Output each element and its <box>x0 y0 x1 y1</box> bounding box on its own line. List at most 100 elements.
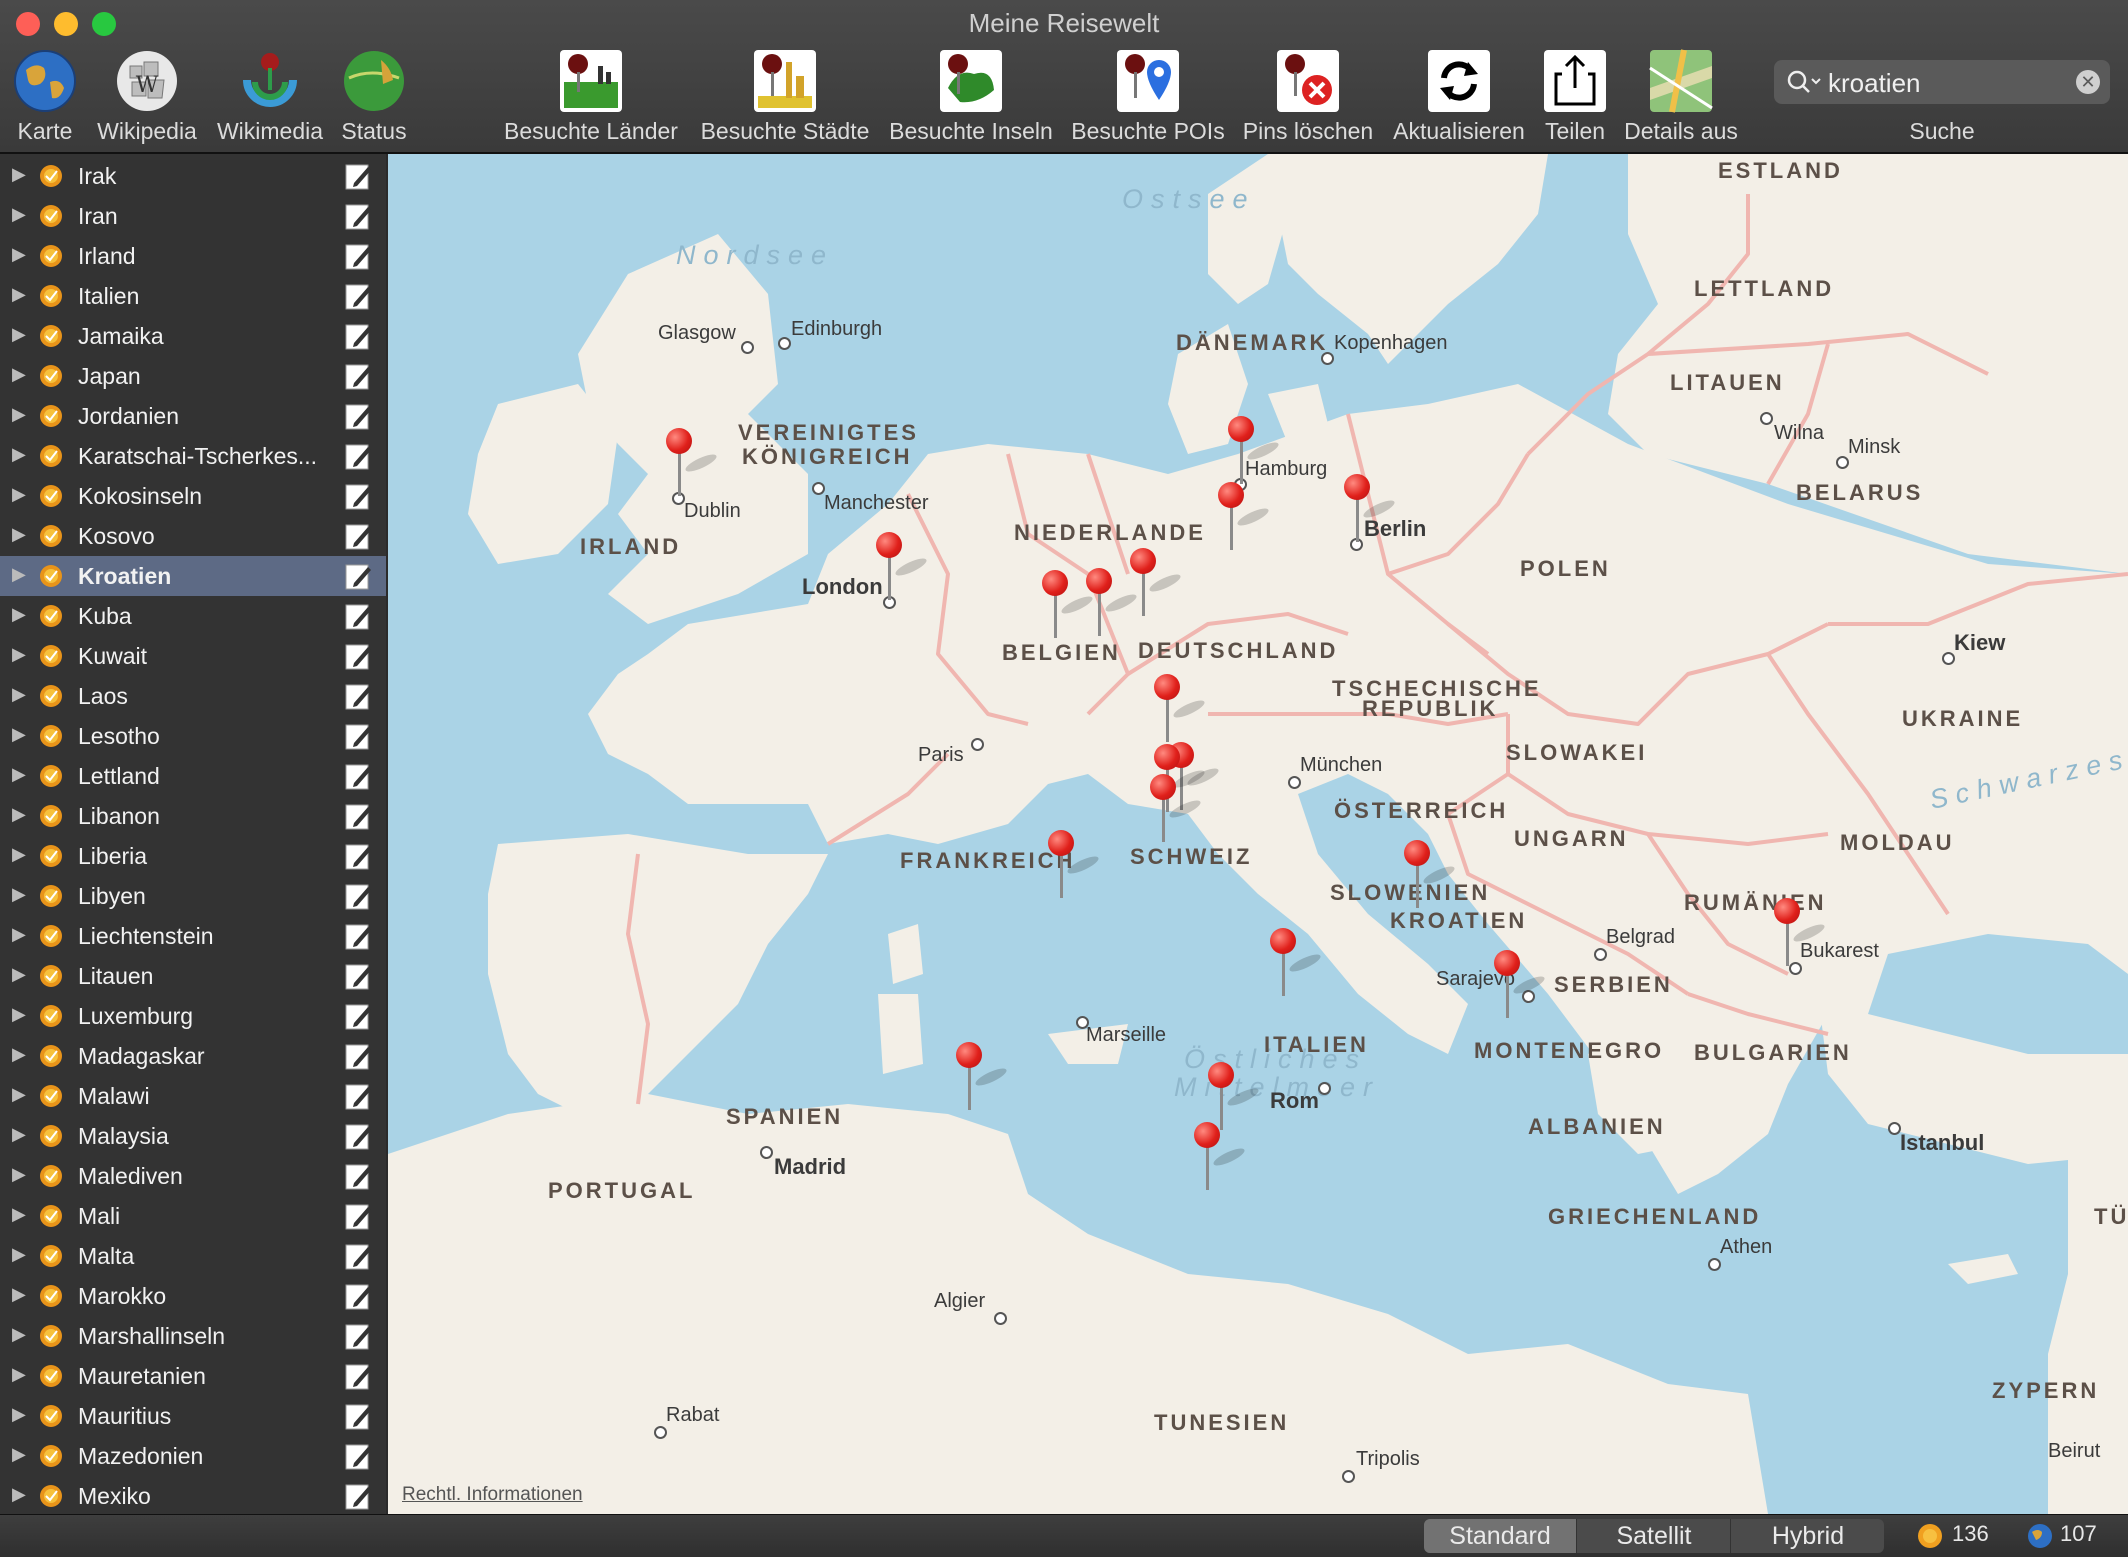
sidebar-item[interactable]: ▶ Malaysia <box>0 1116 386 1156</box>
sidebar-item[interactable]: ▶ Mauretanien <box>0 1356 386 1396</box>
sidebar-item[interactable]: ▶ Luxemburg <box>0 996 386 1036</box>
sidebar-item[interactable]: ▶ Kosovo <box>0 516 386 556</box>
edit-icon[interactable] <box>344 281 372 311</box>
map-view[interactable]: Nordsee Ostsee Schwarzes Östliches Mitte… <box>388 154 2128 1514</box>
visited-pin[interactable] <box>1216 482 1271 550</box>
sidebar-item[interactable]: ▶ Irak <box>0 156 386 196</box>
sidebar-item[interactable]: ▶ Iran <box>0 196 386 236</box>
disclosure-triangle-icon[interactable]: ▶ <box>12 524 26 545</box>
edit-icon[interactable] <box>344 481 372 511</box>
disclosure-triangle-icon[interactable]: ▶ <box>12 884 26 905</box>
sidebar-item[interactable]: ▶ Mali <box>0 1196 386 1236</box>
disclosure-triangle-icon[interactable]: ▶ <box>12 804 26 825</box>
clear-search-icon[interactable]: ✕ <box>2076 70 2100 94</box>
sidebar-item[interactable]: ▶ Malta <box>0 1236 386 1276</box>
disclosure-triangle-icon[interactable]: ▶ <box>12 284 26 305</box>
visited-pin[interactable] <box>954 1042 1009 1110</box>
disclosure-triangle-icon[interactable]: ▶ <box>12 1204 26 1225</box>
disclosure-triangle-icon[interactable]: ▶ <box>12 964 26 985</box>
disclosure-triangle-icon[interactable]: ▶ <box>12 644 26 665</box>
delete-pins-button[interactable]: Pins löschen <box>1238 48 1378 148</box>
disclosure-triangle-icon[interactable]: ▶ <box>12 1244 26 1265</box>
map-type-satellite[interactable]: Satellit <box>1576 1519 1731 1553</box>
edit-icon[interactable] <box>344 721 372 751</box>
sidebar-item[interactable]: ▶ Kroatien <box>0 556 386 596</box>
disclosure-triangle-icon[interactable]: ▶ <box>12 1404 26 1425</box>
legal-info-link[interactable]: Rechtl. Informationen <box>402 1484 583 1506</box>
sidebar-item[interactable]: ▶ Lettland <box>0 756 386 796</box>
disclosure-triangle-icon[interactable]: ▶ <box>12 244 26 265</box>
edit-icon[interactable] <box>344 1401 372 1431</box>
disclosure-triangle-icon[interactable]: ▶ <box>12 1004 26 1025</box>
disclosure-triangle-icon[interactable]: ▶ <box>12 1324 26 1345</box>
edit-icon[interactable] <box>344 441 372 471</box>
sidebar-item[interactable]: ▶ Mexiko <box>0 1476 386 1514</box>
country-list[interactable]: ▶ Irak ▶ Iran ▶ Irland ▶ Italien ▶ Jamaika ▶ Japan ▶… <box>0 154 386 1514</box>
sidebar-item[interactable]: ▶ Kuba <box>0 596 386 636</box>
sidebar-item[interactable]: ▶ Karatschai-Tscherkes... <box>0 436 386 476</box>
search-field[interactable]: ✕ <box>1774 60 2110 104</box>
edit-icon[interactable] <box>344 641 372 671</box>
edit-icon[interactable] <box>344 1441 372 1471</box>
wikimedia-button[interactable]: Wikimedia <box>210 48 330 148</box>
sidebar-item[interactable]: ▶ Jamaika <box>0 316 386 356</box>
edit-icon[interactable] <box>344 1121 372 1151</box>
disclosure-triangle-icon[interactable]: ▶ <box>12 204 26 225</box>
sidebar-item[interactable]: ▶ Libyen <box>0 876 386 916</box>
edit-icon[interactable] <box>344 961 372 991</box>
visited-pin[interactable] <box>1226 416 1281 484</box>
edit-icon[interactable] <box>344 841 372 871</box>
disclosure-triangle-icon[interactable]: ▶ <box>12 1284 26 1305</box>
wikipedia-button[interactable]: W Wikipedia <box>92 48 202 148</box>
visited-pin[interactable] <box>1268 928 1323 996</box>
disclosure-triangle-icon[interactable]: ▶ <box>12 764 26 785</box>
visited-pois-button[interactable]: Besuchte POIs <box>1068 48 1228 148</box>
edit-icon[interactable] <box>344 201 372 231</box>
map-type-selector[interactable]: Standard Satellit Hybrid <box>1424 1519 1884 1553</box>
visited-islands-button[interactable]: Besuchte Inseln <box>884 48 1058 148</box>
sidebar-item[interactable]: ▶ Kuwait <box>0 636 386 676</box>
edit-icon[interactable] <box>344 881 372 911</box>
disclosure-triangle-icon[interactable]: ▶ <box>12 1084 26 1105</box>
disclosure-triangle-icon[interactable]: ▶ <box>12 324 26 345</box>
visited-pin[interactable] <box>1152 674 1207 742</box>
sidebar-item[interactable]: ▶ Japan <box>0 356 386 396</box>
visited-countries-button[interactable]: Besuchte Länder <box>502 48 680 148</box>
edit-icon[interactable] <box>344 1081 372 1111</box>
visited-pin[interactable] <box>664 428 719 496</box>
disclosure-triangle-icon[interactable]: ▶ <box>12 684 26 705</box>
sidebar-item[interactable]: ▶ Litauen <box>0 956 386 996</box>
sidebar-item[interactable]: ▶ Irland <box>0 236 386 276</box>
edit-icon[interactable] <box>344 361 372 391</box>
edit-icon[interactable] <box>344 1241 372 1271</box>
share-button[interactable]: Teilen <box>1540 48 1610 148</box>
edit-icon[interactable] <box>344 1001 372 1031</box>
visited-pin[interactable] <box>1206 1062 1261 1130</box>
disclosure-triangle-icon[interactable]: ▶ <box>12 924 26 945</box>
edit-icon[interactable] <box>344 1161 372 1191</box>
visited-pin[interactable] <box>1148 774 1203 842</box>
disclosure-triangle-icon[interactable]: ▶ <box>12 1484 26 1505</box>
sidebar-item[interactable]: ▶ Madagaskar <box>0 1036 386 1076</box>
disclosure-triangle-icon[interactable]: ▶ <box>12 404 26 425</box>
details-off-button[interactable]: Details aus <box>1618 48 1744 148</box>
edit-icon[interactable] <box>344 601 372 631</box>
disclosure-triangle-icon[interactable]: ▶ <box>12 1164 26 1185</box>
edit-icon[interactable] <box>344 681 372 711</box>
visited-pin[interactable] <box>1772 898 1827 966</box>
sidebar-item[interactable]: ▶ Malediven <box>0 1156 386 1196</box>
sidebar-item[interactable]: ▶ Malawi <box>0 1076 386 1116</box>
sidebar-item[interactable]: ▶ Liechtenstein <box>0 916 386 956</box>
karte-button[interactable]: Karte <box>4 48 86 148</box>
edit-icon[interactable] <box>344 321 372 351</box>
sidebar-item[interactable]: ▶ Marshallinseln <box>0 1316 386 1356</box>
edit-icon[interactable] <box>344 1321 372 1351</box>
edit-icon[interactable] <box>344 921 372 951</box>
disclosure-triangle-icon[interactable]: ▶ <box>12 1444 26 1465</box>
sidebar-item[interactable]: ▶ Mauritius <box>0 1396 386 1436</box>
map-type-hybrid[interactable]: Hybrid <box>1730 1519 1884 1553</box>
visited-pin[interactable] <box>1192 1122 1247 1190</box>
disclosure-triangle-icon[interactable]: ▶ <box>12 164 26 185</box>
visited-pin[interactable] <box>874 532 929 600</box>
sidebar-item[interactable]: ▶ Lesotho <box>0 716 386 756</box>
